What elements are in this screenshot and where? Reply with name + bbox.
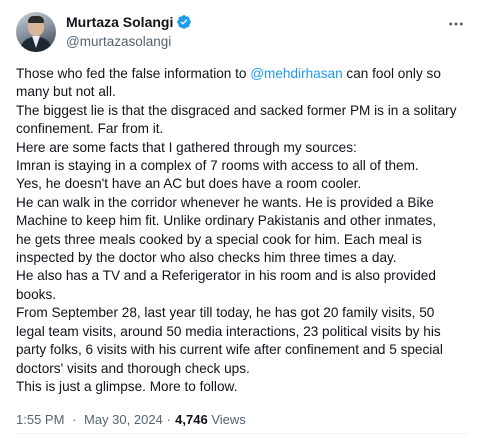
tweet-line: The biggest lie is that the disgraced an… bbox=[16, 102, 457, 118]
tweet-date: May 30, 2024 bbox=[84, 412, 163, 428]
tweet-line: doctors' visits and thorough check ups. bbox=[16, 360, 250, 376]
tweet-line: This is just a glimpse. More to follow. bbox=[16, 378, 238, 394]
name-row: Murtaza Solangi bbox=[66, 13, 192, 31]
mention-link[interactable]: @mehdirhasan bbox=[250, 66, 342, 81]
views: 4,746 Views bbox=[175, 412, 246, 427]
views-label: Views bbox=[211, 412, 246, 428]
tweet-card: Murtaza Solangi @murtazasolangi Those wh… bbox=[0, 0, 484, 442]
tweet-line: he gets three meals cooked by a special … bbox=[16, 231, 422, 247]
tweet-line: He can walk in the corridor whenever he … bbox=[16, 194, 434, 210]
timestamp-link[interactable]: 1:55 PM · May 30, 2024 bbox=[16, 412, 163, 427]
author-handle[interactable]: @murtazasolangi bbox=[66, 34, 192, 49]
tweet-line: Imran is staying in a complex of 7 rooms… bbox=[16, 158, 419, 174]
tweet-line: party folks, 6 visits with his current w… bbox=[16, 342, 443, 358]
tweet-line: confinement. Far from it. bbox=[16, 121, 164, 137]
meta-separator: · bbox=[72, 412, 77, 428]
tweet-line: books. bbox=[16, 286, 57, 302]
tweet-line: Machine to keep him fit. Unlike ordinary… bbox=[16, 213, 437, 229]
verified-badge-icon bbox=[176, 14, 192, 30]
divider bbox=[16, 433, 468, 434]
views-count: 4,746 bbox=[175, 412, 208, 428]
tweet-line: Those who fed the false information to @… bbox=[16, 65, 476, 83]
author-display-name[interactable]: Murtaza Solangi bbox=[66, 14, 173, 30]
tweet-line: Here are some facts that I gathered thro… bbox=[16, 139, 357, 155]
tweet-header: Murtaza Solangi @murtazasolangi bbox=[16, 12, 468, 52]
tweet-line: legal team visits, around 50 media inter… bbox=[16, 323, 441, 339]
tweet-line: Yes, he doesn't have an AC but does have… bbox=[16, 176, 362, 192]
tweet-line: From September 28, last year till today,… bbox=[16, 305, 435, 321]
author-names: Murtaza Solangi @murtazasolangi bbox=[66, 13, 192, 49]
more-horizontal-icon[interactable] bbox=[446, 14, 466, 34]
tweet-meta: 1:55 PM · May 30, 2024 · 4,746 Views bbox=[16, 412, 468, 427]
tweet-line: many but not all. bbox=[16, 84, 116, 100]
tweet-line: inspected by the doctor who also checks … bbox=[16, 250, 397, 266]
tweet-text-segment: Those who fed the false information to bbox=[16, 66, 251, 81]
tweet-text: Those who fed the false information to @… bbox=[16, 65, 476, 396]
avatar-hair-shape bbox=[28, 16, 44, 23]
tweet-text-segment: can fool only so bbox=[342, 66, 441, 81]
avatar[interactable] bbox=[16, 12, 56, 52]
meta-separator: · bbox=[166, 412, 172, 428]
tweet-time: 1:55 PM bbox=[16, 412, 65, 428]
tweet-line: He also has a TV and a Referigerator in … bbox=[16, 268, 436, 284]
